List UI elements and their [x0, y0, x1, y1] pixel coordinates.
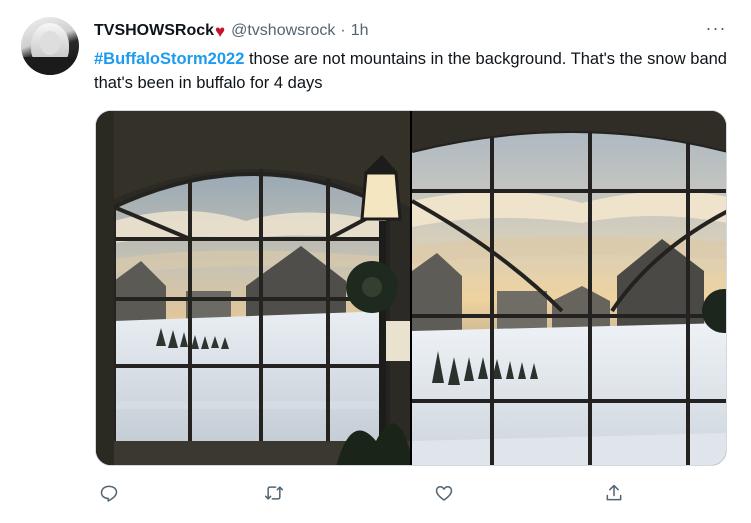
tweet-header: TVSHOWSRock ♥ @tvshowsrock · 1h: [94, 20, 369, 42]
avatar-face: [40, 31, 60, 55]
tweet-text: #BuffaloStorm2022 those are not mountain…: [94, 47, 734, 95]
reply-icon: [100, 485, 118, 502]
photo-right[interactable]: [412, 111, 726, 465]
avatar[interactable]: [21, 17, 79, 75]
share-button[interactable]: [599, 478, 629, 508]
heart-icon: [435, 486, 453, 501]
timestamp[interactable]: 1h: [351, 22, 369, 40]
tweet[interactable]: TVSHOWSRock ♥ @tvshowsrock · 1h ··· #Buf…: [0, 0, 751, 523]
share-icon: [606, 484, 622, 501]
like-button[interactable]: [429, 478, 459, 508]
retweet-icon: [264, 486, 284, 500]
tweet-actions: [94, 478, 634, 508]
media-grid: [95, 110, 727, 466]
separator-dot: ·: [340, 22, 346, 39]
author-handle[interactable]: @tvshowsrock: [231, 22, 335, 40]
more-options-icon[interactable]: ···: [702, 18, 730, 42]
photo-left-image: [96, 111, 410, 465]
photo-left[interactable]: [96, 111, 410, 465]
photo-right-image: [412, 111, 726, 465]
hashtag-link[interactable]: #BuffaloStorm2022: [94, 50, 244, 68]
avatar-shirt: [21, 57, 79, 75]
retweet-button[interactable]: [259, 478, 289, 508]
author-name[interactable]: TVSHOWSRock: [94, 22, 214, 40]
heart-emoji: ♥: [215, 21, 226, 41]
reply-button[interactable]: [94, 478, 124, 508]
